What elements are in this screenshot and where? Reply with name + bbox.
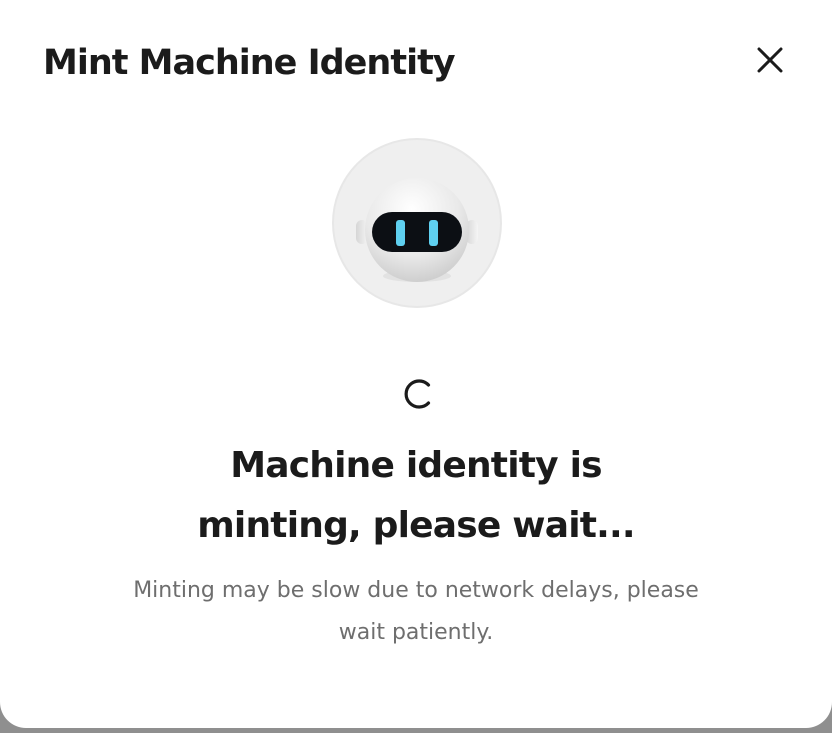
status-line-2: minting, please wait...: [197, 505, 635, 546]
mint-identity-modal: Mint Machine Identity Machine identity i…: [0, 0, 832, 728]
status-line-1: Machine identity is: [230, 445, 602, 486]
modal-title: Mint Machine Identity: [43, 43, 456, 83]
robot-avatar-icon: [356, 178, 478, 282]
avatar: [332, 138, 502, 308]
minting-status-heading: Machine identity is minting, please wait…: [166, 436, 666, 556]
note-line-1: Minting may be slow due to network delay…: [133, 578, 699, 603]
minting-delay-note: Minting may be slow due to network delay…: [66, 570, 766, 654]
close-button[interactable]: [748, 38, 792, 82]
note-line-2: wait patiently.: [338, 620, 494, 645]
loading-spinner-icon: [404, 379, 431, 409]
close-icon: [757, 47, 783, 73]
